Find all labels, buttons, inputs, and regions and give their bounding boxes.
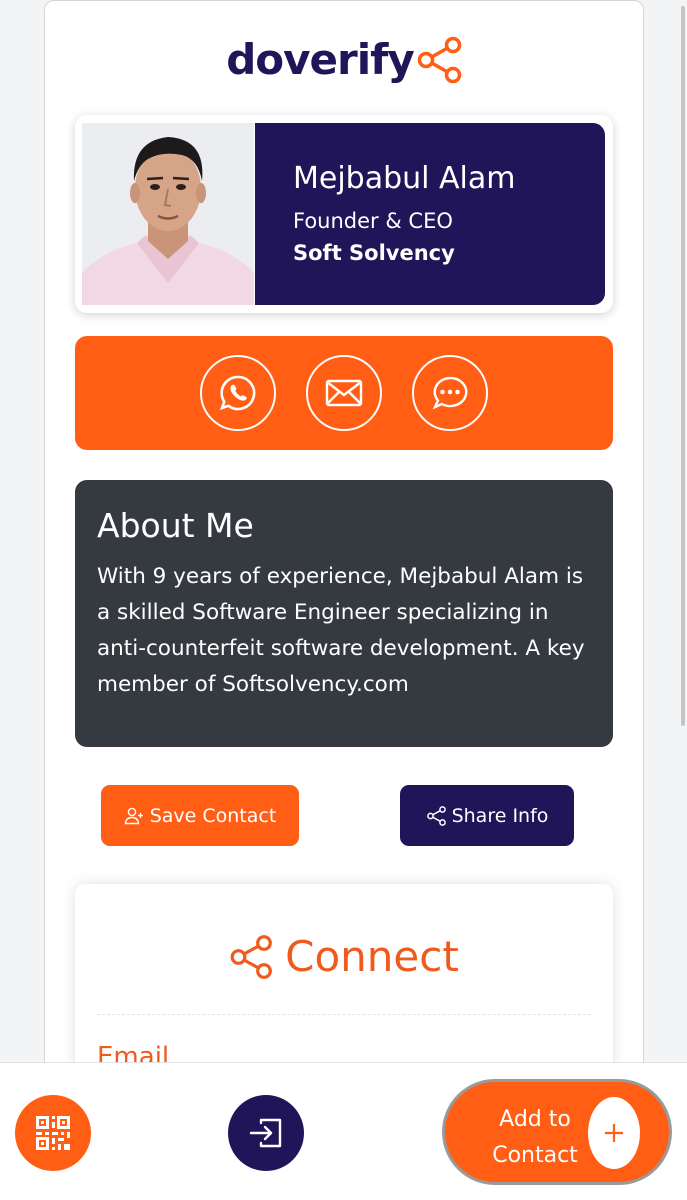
share-icon [230,934,273,979]
share-info-label: Share Info [451,804,549,827]
chat-button[interactable] [412,355,488,431]
share-icon [426,805,446,826]
add-to-contact-label: Add to Contact [475,1102,595,1174]
whatsapp-button[interactable] [200,355,276,431]
plus-icon [588,1097,640,1169]
share-logo-icon [417,36,462,84]
scrollbar[interactable] [679,0,687,1200]
bottom-action-bar: Add to Contact [0,1062,687,1200]
save-contact-button[interactable]: Save Contact [101,785,299,846]
scrollbar-thumb[interactable] [681,6,685,726]
qr-code-icon [36,1116,70,1150]
add-to-contact-line2: Contact [492,1143,578,1168]
profile-photo [82,123,254,305]
add-to-contact-line1: Add to [499,1107,571,1132]
whatsapp-icon [219,375,256,411]
about-heading: About Me [97,506,254,545]
add-user-icon [124,807,143,824]
divider [97,1014,591,1015]
connect-heading: Connect [75,932,613,981]
email-button[interactable] [306,355,382,431]
brand-logo: doverify [45,29,645,89]
card-container: doverify Mejbabul Alam Founder & CEO Sof… [44,0,644,1200]
profile-info-panel: Mejbabul Alam Founder & CEO Soft Solvenc… [255,123,605,305]
add-to-contact-button[interactable]: Add to Contact [442,1079,672,1185]
profile-card: Mejbabul Alam Founder & CEO Soft Solvenc… [75,115,613,313]
login-icon [249,1118,282,1148]
profile-company: Soft Solvency [293,241,455,265]
about-section: About Me With 9 years of experience, Mej… [75,480,613,747]
save-contact-label: Save Contact [149,804,277,827]
qr-code-button[interactable] [15,1095,91,1171]
profile-name: Mejbabul Alam [293,161,516,196]
connect-title: Connect [285,932,459,981]
logo-text: doverify [226,34,415,84]
profile-title: Founder & CEO [293,209,453,233]
share-info-button[interactable]: Share Info [400,785,574,846]
about-text: With 9 years of experience, Mejbabul Ala… [97,564,585,697]
login-button[interactable] [228,1095,304,1171]
quick-actions-bar [75,336,613,450]
chat-icon [432,376,468,410]
mail-icon [325,379,363,407]
